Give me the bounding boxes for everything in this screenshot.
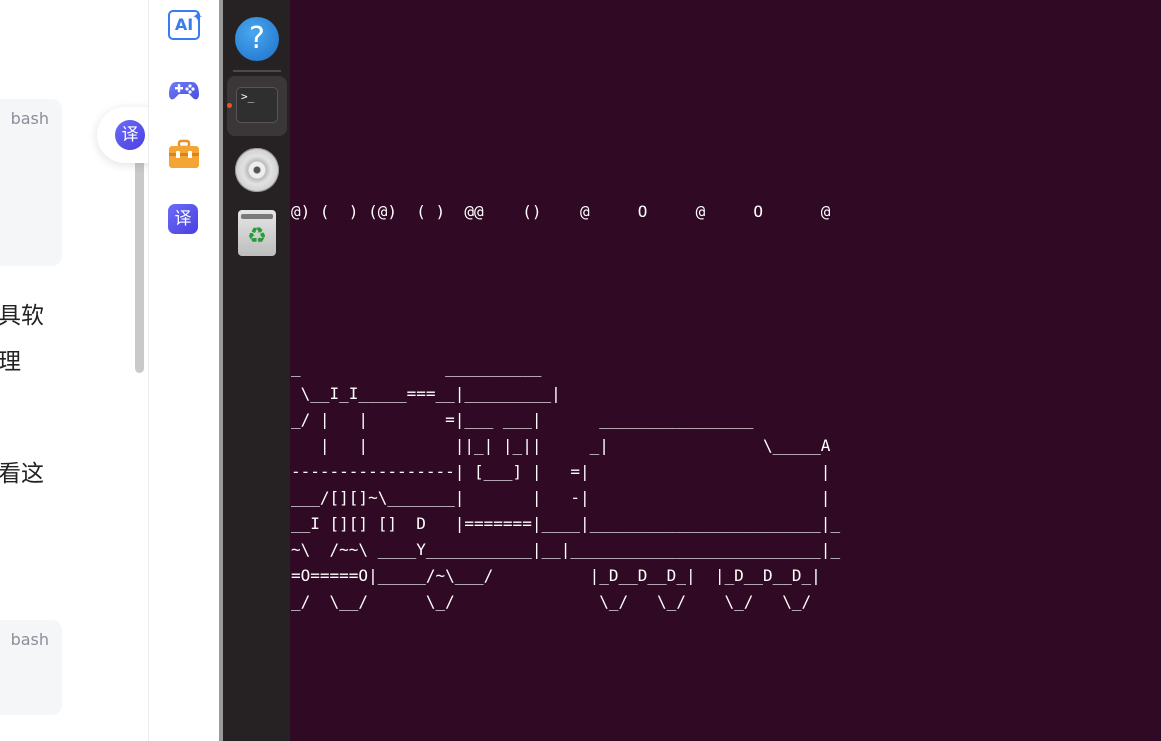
terminal-train-line: \__I_I_____===__|_________| [291, 384, 561, 403]
gamepad-icon [169, 82, 199, 100]
recycle-symbol: ♻ [247, 224, 267, 249]
terminal-train-line: _/ | | =|___ ___| ________________ [291, 410, 754, 429]
code-language-label: bash [10, 109, 49, 128]
dock-separator [233, 70, 281, 72]
dock-terminal-app[interactable]: >_ [227, 76, 287, 136]
help-icon: ? [235, 17, 279, 61]
article-text-fragment: 具软 [0, 303, 44, 329]
toolbox-icon [169, 139, 199, 168]
article-text-fragment: 看这 [0, 461, 44, 487]
terminal-train-line: __I [][] [] D |=======|____|____________… [291, 514, 841, 533]
terminal-train-line: _ __________ [291, 358, 542, 377]
trash-icon: ♻ [238, 210, 276, 256]
tool-sidebar: AI ✦ 译 [148, 0, 220, 741]
ai-label: AI [174, 15, 194, 34]
toolbox-button[interactable] [168, 138, 202, 172]
ubuntu-dock: ? >_ ♻ [223, 0, 290, 741]
dock-trash-app[interactable]: ♻ [227, 208, 287, 268]
terminal-train-line: =O=====O|_____/~\___/ |_D__D__D_| |_D__D… [291, 566, 821, 585]
translate-icon: 译 [115, 120, 145, 150]
code-block: bash [0, 620, 62, 715]
terminal-train-line: ___/[][]~\_______| | -| | [291, 488, 831, 507]
dock-disc-app[interactable] [227, 140, 287, 200]
code-block: bash [0, 99, 62, 266]
terminal-prompt-glyph: >_ [241, 90, 255, 103]
article-text-fragment: 理 [0, 349, 21, 375]
dock-help-app[interactable]: ? [227, 9, 287, 69]
translate-icon: 译 [168, 204, 198, 234]
terminal-train-line: | | ||_| |_|| _| \_____A [291, 436, 831, 455]
games-button[interactable] [168, 74, 202, 108]
code-language-label: bash [10, 630, 49, 649]
terminal-train-line: _/ \__/ \_/ \_/ \_/ \_/ \_/ [291, 592, 812, 611]
disc-icon [235, 148, 279, 192]
terminal-icon: >_ [236, 87, 278, 123]
ai-assistant-button[interactable]: AI ✦ [168, 10, 203, 44]
running-indicator [227, 103, 232, 108]
terminal-train-line: -----------------| [___] | =| | [291, 462, 831, 481]
terminal-train-line: ~\ /~~\ ____Y___________|__|____________… [291, 540, 841, 559]
terminal-window[interactable]: @) ( ) (@) ( ) @@ () @ O @ O @ _ _______… [290, 0, 1161, 741]
terminal-smoke-line: @) ( ) (@) ( ) @@ () @ O @ O @ [291, 202, 831, 221]
ai-sparkle-icon: AI ✦ [168, 10, 203, 40]
translate-button[interactable]: 译 [168, 204, 202, 238]
